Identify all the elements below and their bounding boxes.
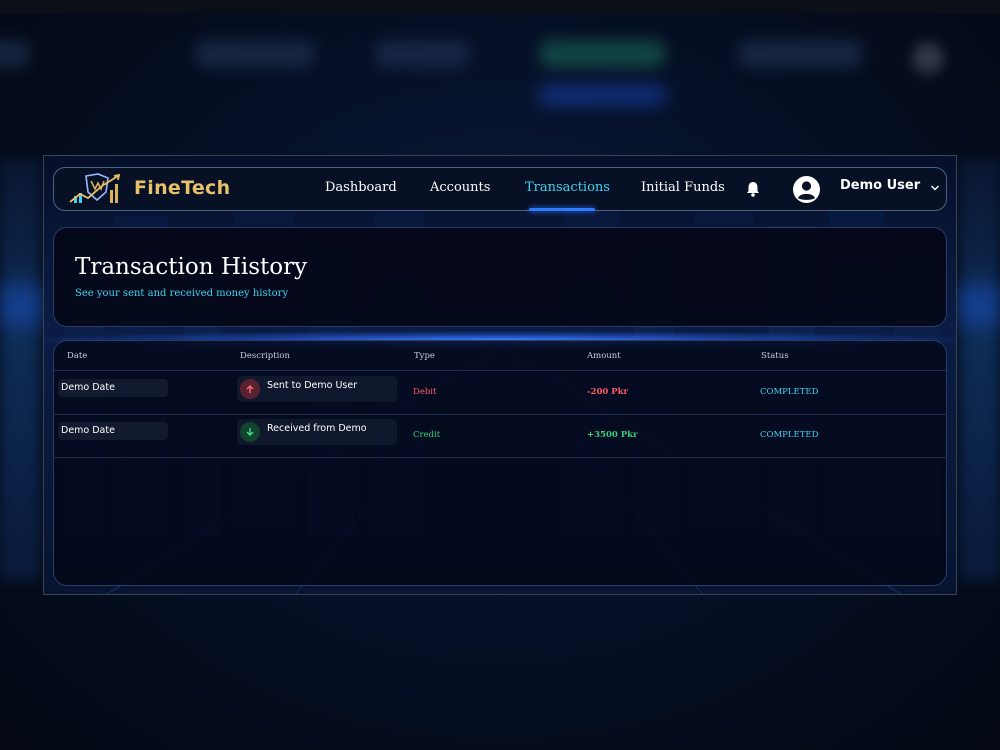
page-title: Transaction History [75,254,308,280]
chevron-down-icon[interactable] [930,184,940,192]
description-text: Received from Demo [267,423,367,434]
type-cell: Debit [413,387,437,397]
nav-accounts[interactable]: Accounts [430,180,490,195]
amount-cell: +3500 Pkr [587,430,638,440]
type-cell: Credit [413,430,441,440]
date-cell: Demo Date [58,379,168,397]
page-header-card: Transaction History See your sent and re… [53,227,947,327]
nav-transactions[interactable]: Transactions [525,180,610,195]
arrow-down-icon [240,422,260,442]
page-subtitle: See your sent and received money history [75,288,289,299]
nav-dashboard[interactable]: Dashboard [325,180,397,195]
description-cell: Sent to Demo User [237,376,397,402]
status-cell: COMPLETED [760,387,819,397]
date-cell: Demo Date [58,422,168,440]
nav-initial-funds[interactable]: Initial Funds [641,180,725,195]
user-avatar-icon[interactable] [793,176,820,203]
active-nav-indicator [529,208,595,211]
column-header-status: Status [761,351,789,361]
column-header-amount: Amount [587,351,621,361]
description-cell: Received from Demo [237,419,397,445]
amount-cell: -200 Pkr [587,387,628,397]
arrow-up-icon [240,379,260,399]
table-row[interactable]: Demo Date Sent to Demo User Debit -200 P… [54,371,946,415]
bell-icon[interactable] [746,181,760,197]
logo-icon [69,173,121,203]
app-window: FineTech Dashboard Accounts Transactions… [43,155,957,595]
top-navbar: FineTech Dashboard Accounts Transactions… [53,167,947,211]
status-cell: COMPLETED [760,430,819,440]
user-name[interactable]: Demo User [840,178,920,193]
column-header-date: Date [67,351,88,361]
description-text: Sent to Demo User [267,380,358,391]
column-header-description: Description [240,351,290,361]
transactions-table: Date Description Type Amount Status Demo… [53,340,947,586]
column-header-type: Type [414,351,435,361]
table-row[interactable]: Demo Date Received from Demo Credit +350… [54,414,946,458]
brand-name[interactable]: FineTech [134,177,230,199]
